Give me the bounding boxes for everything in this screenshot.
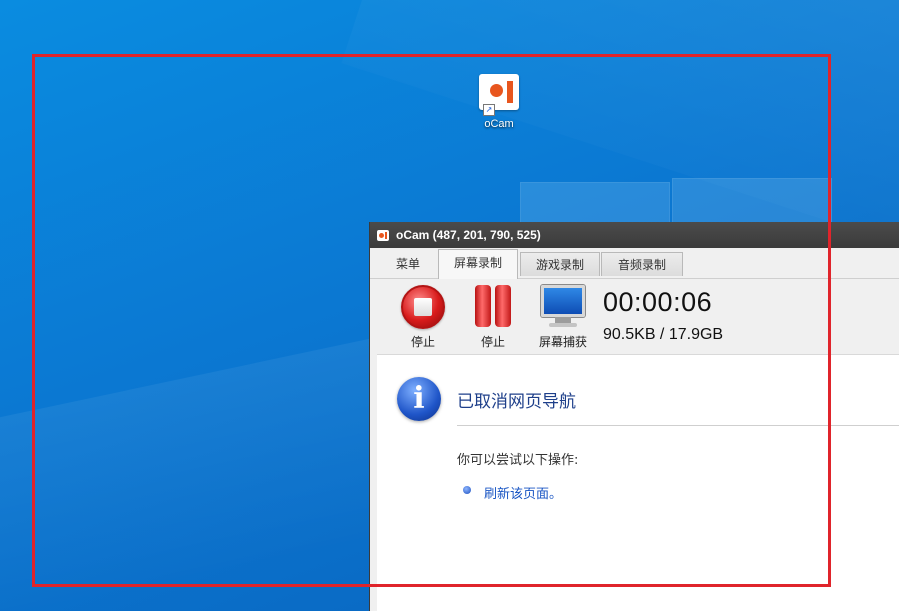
tab-bar: 菜单 屏幕录制 游戏录制 音频录制 [370,248,899,279]
toolbar: 停止 停止 屏幕捕获 00:00:06 90.5KB / 17.9GB [370,279,899,353]
bullet-icon [463,486,471,494]
screen-capture-label: 屏幕捕获 [538,335,587,349]
stop-icon [401,285,445,329]
divider [457,425,899,426]
page-heading: 已取消网页导航 [457,392,576,412]
file-size-readout: 90.5KB / 17.9GB [603,326,724,343]
ocam-window[interactable]: oCam (487, 201, 790, 525) 菜单 屏幕录制 游戏录制 音… [370,222,899,611]
desktop-icon-ocam[interactable]: ↗ oCam [470,74,528,130]
desktop-icon-label: oCam [484,118,514,130]
pause-icon [471,285,515,329]
stop-label: 停止 [410,335,435,349]
screen-capture-button[interactable]: 屏幕捕获 [533,285,593,350]
pause-button[interactable]: 停止 [463,285,523,350]
suggestion-text: 你可以尝试以下操作: [457,453,579,468]
wallpaper-logo-pane [520,182,670,224]
shortcut-arrow-icon: ↗ [483,104,495,116]
pause-label: 停止 [480,335,505,349]
watermark: CSDN @微风中的麦穗 [750,588,893,604]
tab-game-record[interactable]: 游戏录制 [520,252,600,276]
recording-timer: 00:00:06 [603,287,713,317]
window-titlebar[interactable]: oCam (487, 201, 790, 525) [370,222,899,248]
tab-screen-record[interactable]: 屏幕录制 [438,249,518,279]
tab-audio-record[interactable]: 音频录制 [601,252,683,276]
refresh-link[interactable]: 刷新该页面。 [484,483,562,502]
ocam-app-icon: ↗ [479,74,519,116]
monitor-icon [539,285,587,329]
browser-content: i 已取消网页导航 你可以尝试以下操作: 刷新该页面。 [377,354,899,611]
desktop: ↗ oCam oCam (487, 201, 790, 525) 菜单 屏幕录制… [0,0,899,611]
info-icon: i [397,377,441,421]
window-title: oCam (487, 201, 790, 525) [396,228,541,242]
wallpaper-logo-pane [672,178,832,224]
ocam-title-icon [377,230,389,241]
tab-menu[interactable]: 菜单 [382,252,434,276]
stop-button[interactable]: 停止 [393,285,453,350]
